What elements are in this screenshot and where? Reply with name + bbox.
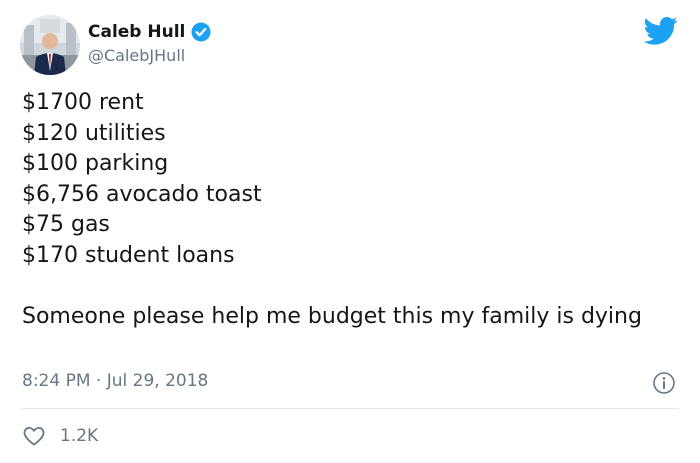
tweet-line: $170 student loans [22,242,235,268]
avatar[interactable] [20,15,80,75]
info-icon[interactable] [652,371,676,395]
tweet-timestamp[interactable]: 8:24 PM · Jul 29, 2018 [22,371,208,391]
tweet-body: $1700 rent $120 utilities $100 parking $… [22,88,672,332]
tweet-line: $1700 rent [22,90,144,115]
tweet-closing-line: Someone please help me budget this my fa… [22,303,642,329]
like-count: 1.2K [60,426,99,446]
tweet-line: $120 utilities [22,120,166,146]
tweet-line: $75 gas [22,212,110,237]
twitter-bird-icon[interactable] [643,16,678,46]
tweet-line: $6,756 avocado toast [22,181,262,207]
tweet-card: Caleb Hull @CalebJHull $1700 rent $120 u… [0,0,700,463]
user-handle[interactable]: @CalebJHull [88,46,185,65]
like-action[interactable]: 1.2K [22,424,98,448]
divider [22,408,679,409]
verified-badge-icon [191,22,211,42]
heart-icon[interactable] [22,424,46,448]
tweet-line: $100 parking [22,151,169,176]
display-name[interactable]: Caleb Hull [88,22,185,42]
